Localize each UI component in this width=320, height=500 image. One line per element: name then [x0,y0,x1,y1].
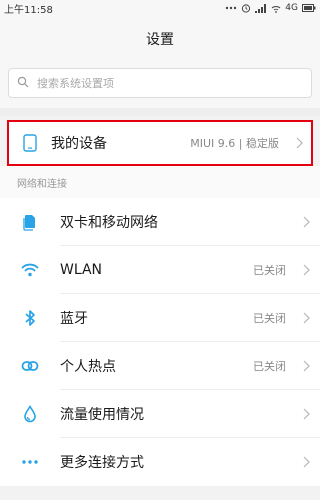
chevron-right-icon [296,408,316,420]
settings-item-data-usage[interactable]: 流量使用情况 [0,390,320,438]
more-icon [0,460,60,464]
my-device-label: 我的设备 [51,136,107,152]
settings-item-status: 已关闭 [253,360,286,373]
sim-card-icon [0,213,60,231]
network-type: 4G [285,3,298,13]
settings-item-hotspot[interactable]: 个人热点 已关闭 [0,342,320,390]
page-title-bar: 设置 [0,16,320,62]
my-device-version: MIUI 9.6 | 稳定版 [190,137,279,150]
data-usage-icon [0,405,60,423]
settings-item-more-connections[interactable]: 更多连接方式 [0,438,320,486]
settings-item-status: 已关闭 [253,312,286,325]
signal-icon [255,3,267,13]
my-device-row[interactable]: 我的设备 MIUI 9.6 | 稳定版 [7,120,313,166]
search-input[interactable]: 搜索系统设置项 [8,68,312,98]
status-bar: 上午11:58 4G [0,0,320,16]
page-title: 设置 [146,32,174,48]
settings-item-label: 蓝牙 [60,311,88,327]
search-container: 搜索系统设置项 [0,62,320,108]
settings-item-bluetooth[interactable]: 蓝牙 已关闭 [0,294,320,342]
search-icon [17,76,37,91]
more-dots-icon [225,5,237,11]
settings-item-label: 个人热点 [60,359,116,375]
settings-item-label: 双卡和移动网络 [60,215,158,231]
search-placeholder: 搜索系统设置项 [37,77,114,90]
status-icons: 4G [225,3,316,13]
chevron-right-icon [296,216,316,228]
chevron-right-icon [296,456,316,468]
wifi-status-icon [271,4,281,13]
status-time: 上午11:58 [4,4,53,16]
hotspot-icon [0,360,60,372]
chevron-right-icon [289,137,309,149]
settings-list: 双卡和移动网络 WLAN 已关闭 蓝牙 已关闭 个人热点 已关闭 流量使用情况 … [0,198,320,486]
divider [0,108,320,116]
battery-icon [302,4,316,12]
settings-item-label: 流量使用情况 [60,407,144,423]
phone-icon [9,134,51,152]
chevron-right-icon [296,264,316,276]
section-header-label: 网络和连接 [17,178,67,190]
wifi-icon [0,263,60,277]
settings-item-dual-sim[interactable]: 双卡和移动网络 [0,198,320,246]
settings-item-label: 更多连接方式 [60,455,144,471]
settings-item-wlan[interactable]: WLAN 已关闭 [0,246,320,294]
chevron-right-icon [296,360,316,372]
bluetooth-icon [0,309,60,327]
section-header: 网络和连接 [0,166,320,198]
alarm-icon [241,3,251,13]
chevron-right-icon [296,312,316,324]
settings-item-status: 已关闭 [253,264,286,277]
settings-item-label: WLAN [60,262,103,278]
